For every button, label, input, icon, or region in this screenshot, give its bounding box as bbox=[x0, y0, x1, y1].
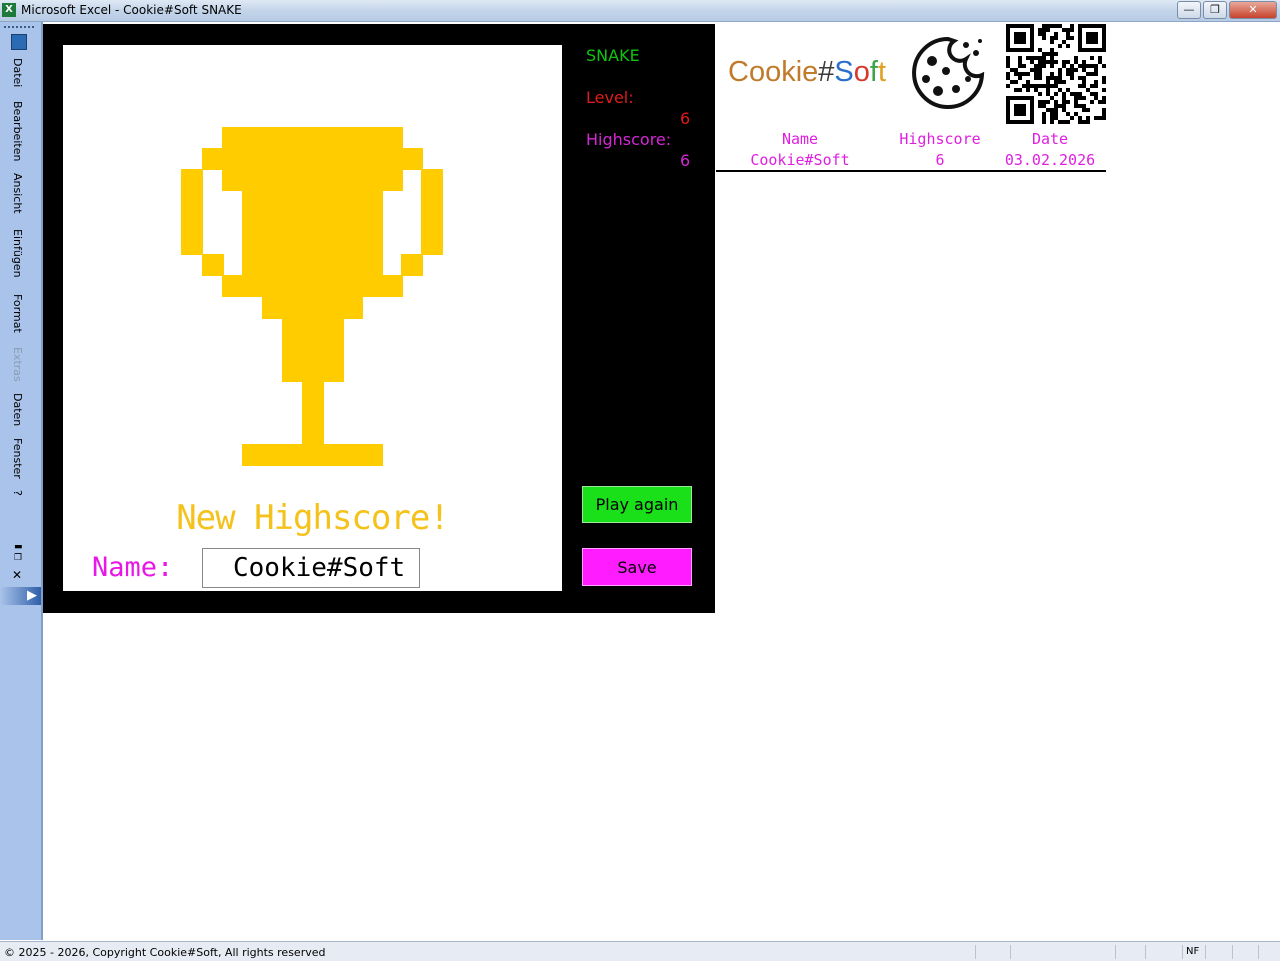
table-header-name: Name bbox=[781, 130, 819, 148]
status-bar: © 2025 - 2026, Copyright Cookie#Soft, Al… bbox=[0, 941, 1280, 961]
highscore-label: Highscore: bbox=[586, 130, 672, 149]
level-label: Level: bbox=[586, 88, 634, 107]
status-panel bbox=[1205, 945, 1206, 959]
menu-format[interactable]: Format bbox=[11, 294, 24, 333]
logo-text-part: t bbox=[877, 56, 887, 88]
logo-text-part: # bbox=[818, 56, 835, 88]
status-indicator: NF bbox=[1186, 946, 1200, 957]
play-again-button[interactable]: Play again bbox=[582, 486, 692, 523]
restore-button[interactable]: ❐ bbox=[1203, 1, 1227, 19]
logo-text-part: o bbox=[853, 56, 870, 88]
highscore-value: 6 bbox=[680, 151, 691, 170]
arrow-right-icon: ▶ bbox=[27, 588, 37, 603]
status-text: © 2025 - 2026, Copyright Cookie#Soft, Al… bbox=[4, 946, 326, 959]
menu-datei[interactable]: Datei bbox=[11, 58, 24, 87]
status-panel bbox=[975, 945, 976, 959]
menu-help[interactable]: ? bbox=[11, 490, 24, 496]
status-panel bbox=[1258, 945, 1259, 959]
close-button[interactable]: ✕ bbox=[1229, 1, 1277, 19]
status-panel bbox=[1010, 945, 1011, 959]
logo-text-part: S bbox=[834, 56, 854, 88]
qr-code-icon[interactable] bbox=[1006, 24, 1106, 124]
workbook-icon[interactable] bbox=[11, 34, 27, 50]
table-header-highscore: Highscore bbox=[899, 130, 981, 148]
toolbar-options-button[interactable]: ▶ bbox=[0, 587, 41, 605]
status-panel bbox=[1182, 945, 1183, 959]
logo-text-part: f bbox=[869, 56, 878, 88]
close-workbook-icon[interactable]: ✕ bbox=[12, 568, 22, 582]
logo-text-part: Cookie bbox=[728, 56, 819, 88]
table-cell-name: Cookie#Soft bbox=[750, 151, 850, 169]
status-panel bbox=[1232, 945, 1233, 959]
trophy-icon bbox=[181, 127, 443, 466]
cookie-icon bbox=[912, 36, 985, 109]
menu-extras: Extras bbox=[11, 347, 24, 382]
table-cell-highscore: 6 bbox=[935, 151, 945, 169]
game-title: SNAKE bbox=[586, 46, 640, 65]
excel-icon[interactable]: X bbox=[2, 3, 16, 17]
menu-daten[interactable]: Daten bbox=[11, 393, 24, 426]
menu-einfuegen[interactable]: Einfügen bbox=[11, 229, 24, 278]
menu-fenster[interactable]: Fenster bbox=[11, 438, 24, 479]
name-input[interactable] bbox=[202, 548, 420, 588]
save-button[interactable]: Save bbox=[582, 548, 692, 586]
menu-ansicht[interactable]: Ansicht bbox=[11, 173, 24, 214]
level-value: 6 bbox=[680, 109, 691, 128]
cookiesoft-logo: Cookie#Soft bbox=[728, 56, 886, 89]
new-highscore-text: New Highscore! bbox=[176, 498, 450, 538]
minimize-button[interactable]: — bbox=[1177, 1, 1201, 19]
toolbar-grip[interactable] bbox=[4, 26, 34, 30]
status-panel bbox=[1115, 945, 1116, 959]
restore-workbook-icon[interactable]: ❐ bbox=[14, 553, 22, 563]
menu-bar: Datei Bearbeiten Ansicht Einfügen Format… bbox=[0, 22, 43, 940]
minimize-workbook-icon[interactable]: ▬ bbox=[14, 542, 23, 552]
menu-bearbeiten[interactable]: Bearbeiten bbox=[11, 101, 24, 161]
table-header-date: Date bbox=[1031, 130, 1069, 148]
table-cell-date: 03.02.2026 bbox=[1004, 151, 1096, 169]
title-bar: X Microsoft Excel - Cookie#Soft SNAKE — … bbox=[0, 0, 1280, 22]
name-label: Name: bbox=[92, 552, 174, 583]
status-panel bbox=[1145, 945, 1146, 959]
window-title: Microsoft Excel - Cookie#Soft SNAKE bbox=[21, 3, 242, 17]
table-divider bbox=[716, 170, 1106, 172]
